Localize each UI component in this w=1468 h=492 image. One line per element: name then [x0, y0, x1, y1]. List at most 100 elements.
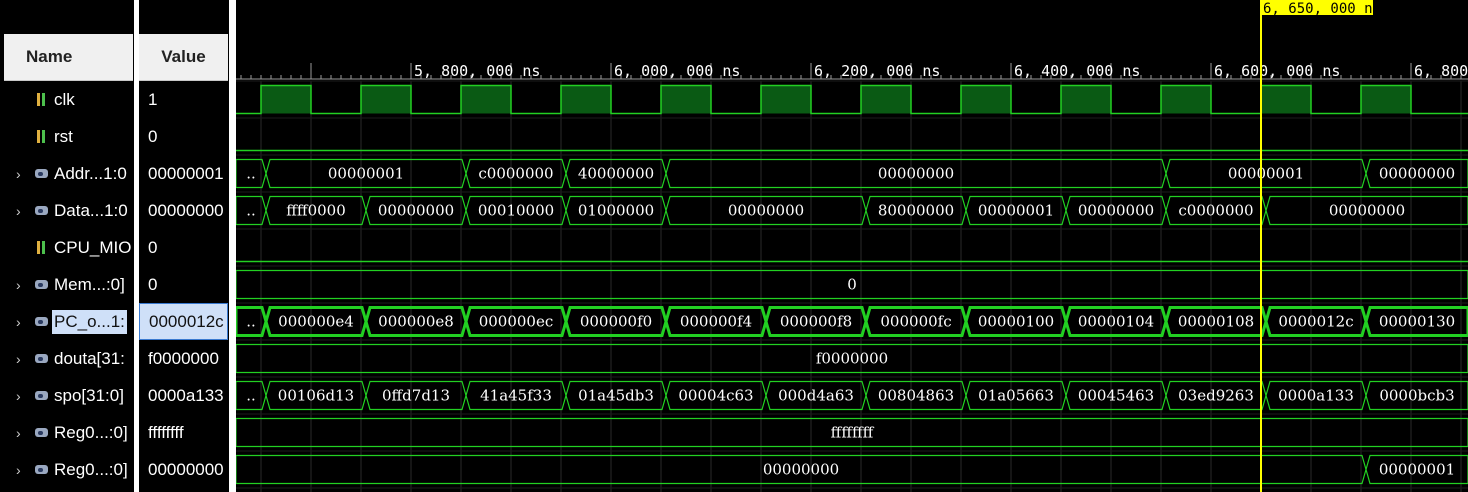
waveform-area[interactable]: 5, 800, 000 ns 6, 000, 000 ns 6, 200, 000 … [236, 0, 1468, 492]
bus-value-label: 00000001 [978, 202, 1054, 220]
clk-high-pulse [961, 85, 1011, 114]
clk-high-pulse [1361, 85, 1411, 114]
signal-row[interactable]: › Mem...:0] [0, 266, 134, 303]
signal-name-label: CPU_MIO [54, 237, 132, 257]
expand-chevron-icon[interactable]: › [16, 277, 32, 293]
signal-value[interactable]: 0000012c [139, 303, 228, 340]
clk-high-pulse [861, 85, 911, 114]
bus-signal-icon [34, 388, 52, 404]
clk-high-pulse [561, 85, 611, 114]
bus-value-label: 0 [847, 276, 857, 294]
bus-value-label: 80000000 [878, 202, 954, 220]
signal-value[interactable]: 0 [139, 229, 228, 266]
bus-value-label: 00045463 [1078, 387, 1154, 405]
bus-value-label: 00000000 [878, 165, 954, 183]
name-column-header[interactable]: Name [4, 34, 133, 81]
bus-value-label: ffff0000 [286, 202, 346, 220]
bus-value-label: 00004c63 [678, 387, 753, 405]
bus-value-label: 000000f0 [580, 313, 652, 331]
waveform-canvas[interactable]: 5, 800, 000 ns 6, 000, 000 ns 6, 200, 000 … [236, 0, 1468, 492]
signal-name-label: Data...1:0 [54, 200, 128, 220]
bus-value-label: 000000fc [880, 313, 951, 331]
signal-row[interactable]: CPU_MIO [0, 229, 134, 266]
expand-chevron-icon[interactable]: › [16, 388, 32, 404]
signal-name-label: Mem...:0] [54, 274, 125, 294]
signal-row[interactable]: › Reg0...:0] [0, 414, 134, 451]
signal-name-label: douta[31: [54, 348, 125, 368]
bus-value-label: 00010000 [478, 202, 554, 220]
clk-high-pulse [1161, 85, 1211, 114]
signal-value[interactable]: 00000000 [139, 192, 228, 229]
bus-value-label: f0000000 [816, 350, 888, 368]
bus-signal-icon [34, 462, 52, 478]
bus-value-label: .. [246, 165, 256, 183]
bus-value-label: 00000000 [763, 461, 839, 479]
signal-row[interactable]: clk [0, 81, 134, 118]
clk-high-pulse [461, 85, 511, 114]
time-tick-label: 6, 000, 000 ns [614, 62, 740, 80]
bus-value-label: 00000130 [1379, 313, 1455, 331]
bus-value-label: 000000f4 [680, 313, 752, 331]
bit-signal-icon [34, 129, 52, 145]
signal-name-label: clk [54, 89, 75, 109]
bus-value-label: 40000000 [578, 165, 654, 183]
signal-row[interactable]: › Addr...1:0 [0, 155, 134, 192]
expand-chevron-icon[interactable]: › [16, 203, 32, 219]
expand-chevron-icon[interactable]: › [16, 166, 32, 182]
bus-value-label: 00000001 [1379, 461, 1455, 479]
bus-signal-icon [34, 277, 52, 293]
signal-value[interactable]: 0 [139, 266, 228, 303]
signal-row[interactable]: rst [0, 118, 134, 155]
expand-chevron-icon[interactable]: › [16, 462, 32, 478]
bus-signal-icon [34, 351, 52, 367]
bus-value-label: c0000000 [1178, 202, 1253, 220]
bus-value-label: 00000000 [1329, 202, 1405, 220]
bus-value-label: 41a45f33 [480, 387, 552, 405]
signal-name-label: Addr...1:0 [54, 163, 127, 183]
value-wave-splitter[interactable] [229, 0, 236, 492]
signal-value[interactable]: ffffffff [139, 414, 228, 451]
bus-signal-icon [34, 166, 52, 182]
bus-value-label: 0000012c [1278, 313, 1353, 331]
bus-value-label: 00000000 [728, 202, 804, 220]
signal-row[interactable]: › Data...1:0 [0, 192, 134, 229]
name-value-splitter[interactable] [134, 0, 139, 492]
bus-value-label: 0000a133 [1278, 387, 1354, 405]
signal-row[interactable]: › douta[31: [0, 340, 134, 377]
bus-value-label: 000d4a63 [778, 387, 854, 405]
bus-value-label: 00000000 [1379, 165, 1455, 183]
bus-signal-icon [34, 425, 52, 441]
bus-value-label: 00000001 [328, 165, 404, 183]
bus-value-label: .. [246, 387, 256, 405]
signal-name-label: Reg0...:0] [54, 459, 128, 479]
bus-value-label: 000000e8 [378, 313, 454, 331]
bus-value-label: 0000bcb3 [1379, 387, 1454, 405]
name-header-label: Name [26, 47, 73, 66]
signal-value[interactable]: 0 [139, 118, 228, 155]
signal-name-list: clk rst › Addr...1:0 › Data...1:0 CPU_MIO › Mem.… [0, 81, 134, 492]
signal-name-label: PC_o...1: [52, 309, 127, 334]
signal-row[interactable]: › Reg0...:0] [0, 451, 134, 488]
signal-value[interactable]: 00000000 [139, 451, 228, 488]
bus-value-label: 01a45db3 [578, 387, 654, 405]
signal-value[interactable]: 0000a133 [139, 377, 228, 414]
signal-value[interactable]: f0000000 [139, 340, 228, 377]
value-column-header[interactable]: Value [139, 34, 228, 81]
expand-chevron-icon[interactable]: › [16, 314, 32, 330]
bus-value-label: 00000100 [978, 313, 1054, 331]
expand-chevron-icon[interactable]: › [16, 351, 32, 367]
bus-value-label: 0ffd7d13 [382, 387, 450, 405]
bus-value-label: .. [246, 202, 256, 220]
bus-value-label: 000000ec [479, 313, 554, 331]
bus-value-label: c0000000 [478, 165, 553, 183]
clk-high-pulse [761, 85, 811, 114]
expand-chevron-icon[interactable]: › [16, 425, 32, 441]
signal-row[interactable]: › PC_o...1: [0, 303, 134, 340]
signal-value[interactable]: 1 [139, 81, 228, 118]
clk-high-pulse [661, 85, 711, 114]
signal-row[interactable]: › spo[31:0] [0, 377, 134, 414]
signal-value[interactable]: 00000001 [139, 155, 228, 192]
clk-high-pulse [261, 85, 311, 114]
cursor-time-label: 6, 650, 000 ns [1263, 1, 1381, 17]
clk-high-pulse [1261, 85, 1311, 114]
